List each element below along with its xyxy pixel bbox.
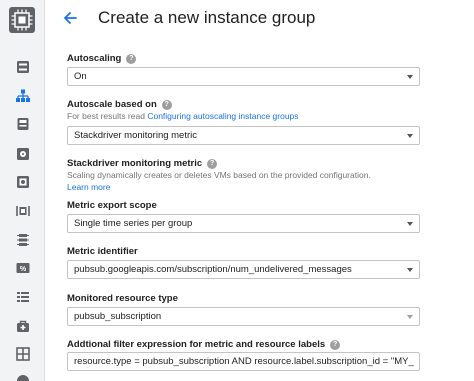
- images-icon[interactable]: [14, 202, 31, 219]
- monitored-resource-type-label-text: Monitored resource type: [67, 293, 178, 304]
- metric-identifier-select[interactable]: pubsub.googleapis.com/subscription/num_u…: [67, 260, 420, 279]
- health-checks-icon[interactable]: [14, 317, 31, 334]
- metadata-icon[interactable]: [14, 288, 31, 305]
- left-nav-rail: %: [0, 0, 45, 381]
- filter-expression-value: resource.type = pubsub_subscription AND …: [74, 356, 414, 367]
- configuring-autoscaling-link[interactable]: Configuring autoscaling instance groups: [147, 111, 298, 121]
- metric-export-scope-label: Metric export scope: [67, 200, 157, 211]
- stackdriver-metric-label: Stackdriver monitoring metric ?: [67, 158, 218, 169]
- zones-icon[interactable]: [14, 345, 31, 362]
- stackdriver-metric-description: Scaling dynamically creates or deletes V…: [67, 170, 371, 180]
- autoscaling-label-text: Autoscaling: [67, 53, 122, 64]
- autoscale-based-on-hint: For best results read Configuring autosc…: [67, 111, 299, 121]
- help-icon[interactable]: ?: [207, 158, 218, 169]
- autoscale-based-on-label-text: Autoscale based on: [67, 99, 157, 110]
- page-title: Create a new instance group: [98, 8, 316, 27]
- dropdown-arrow-icon: [407, 315, 413, 319]
- autoscaling-label: Autoscaling ?: [67, 53, 137, 64]
- dropdown-arrow-icon: [407, 75, 413, 79]
- monitored-resource-type-label: Monitored resource type: [67, 293, 178, 304]
- stackdriver-metric-label-text: Stackdriver monitoring metric: [67, 158, 203, 169]
- dropdown-arrow-icon: [407, 134, 413, 138]
- filter-expression-label: Addtional filter expression for metric a…: [67, 339, 341, 350]
- help-icon[interactable]: ?: [330, 339, 341, 350]
- committed-use-icon[interactable]: %: [14, 259, 31, 276]
- metric-export-scope-select[interactable]: Single time series per group: [67, 214, 420, 233]
- metric-identifier-label-text: Metric identifier: [67, 246, 138, 257]
- disks-icon[interactable]: [14, 145, 31, 162]
- instance-templates-icon[interactable]: [14, 115, 31, 132]
- dropdown-arrow-icon: [407, 222, 413, 226]
- autoscale-hint-prefix: For best results read: [67, 111, 145, 121]
- autoscaling-value: On: [74, 71, 87, 82]
- metric-identifier-label: Metric identifier: [67, 246, 138, 257]
- dropdown-arrow-icon: [407, 268, 413, 272]
- metric-identifier-value: pubsub.googleapis.com/subscription/num_u…: [74, 264, 352, 275]
- vm-instances-icon[interactable]: [14, 58, 31, 75]
- learn-more-link[interactable]: Learn more: [67, 182, 110, 192]
- metric-export-scope-label-text: Metric export scope: [67, 200, 157, 211]
- header-bar: Create a new instance group: [45, 0, 474, 38]
- back-arrow-icon[interactable]: [61, 9, 79, 27]
- network-endpoint-groups-icon[interactable]: [14, 372, 31, 381]
- snapshots-icon[interactable]: [14, 173, 31, 190]
- svg-text:%: %: [19, 266, 26, 273]
- monitored-resource-type-value: pubsub_subscription: [74, 311, 162, 322]
- autoscale-based-on-select[interactable]: Stackdriver monitoring metric: [67, 126, 420, 145]
- instance-groups-icon[interactable]: [14, 87, 31, 104]
- autoscale-based-on-value: Stackdriver monitoring metric: [74, 130, 198, 141]
- tpus-icon[interactable]: [14, 231, 31, 248]
- autoscaling-select[interactable]: On: [67, 67, 420, 86]
- help-icon[interactable]: ?: [161, 99, 172, 110]
- autoscale-based-on-label: Autoscale based on ?: [67, 99, 172, 110]
- compute-engine-chip-icon[interactable]: [9, 7, 35, 33]
- filter-expression-label-text: Addtional filter expression for metric a…: [67, 339, 326, 350]
- monitored-resource-type-select[interactable]: pubsub_subscription: [67, 307, 420, 326]
- filter-expression-input[interactable]: resource.type = pubsub_subscription AND …: [67, 352, 420, 371]
- metric-export-scope-value: Single time series per group: [74, 218, 193, 229]
- help-icon[interactable]: ?: [126, 53, 137, 64]
